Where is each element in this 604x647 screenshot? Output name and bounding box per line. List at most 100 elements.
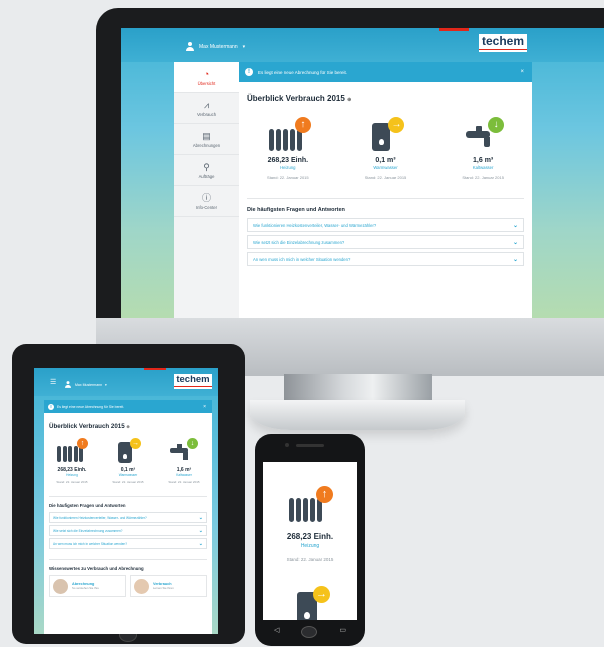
- tablet-screen: ☰ Max Mustermann ▾ techem ! Es liegt ein…: [34, 368, 218, 634]
- sidebar-item-label: Aufträge: [198, 173, 215, 179]
- trend-down-icon: ↓: [187, 438, 198, 449]
- card-date: Stand: 22. Januar 2015: [56, 480, 88, 484]
- sidebar-item-label: Verbrauch: [196, 111, 217, 117]
- phone-home-button[interactable]: [301, 626, 318, 638]
- faq-list: Wie funktionieren Heizkostenverteiler, W…: [247, 218, 524, 266]
- close-icon[interactable]: ×: [203, 404, 206, 410]
- close-icon[interactable]: ×: [520, 69, 524, 75]
- monitor-stand-base: [250, 400, 465, 430]
- logo-text: techem: [481, 34, 525, 48]
- recent-apps-icon[interactable]: ▭: [339, 626, 346, 638]
- sidebar: ◔ Übersicht ⩘ Verbrauch ▤ Abrechnungen ⚲…: [174, 62, 239, 318]
- notice-banner: ! Es liegt eine neue Abrechnung für Sie …: [44, 400, 212, 413]
- user-name: Max Mustermann: [199, 43, 238, 50]
- faucet-icon: ↓: [164, 436, 204, 464]
- card-heating[interactable]: ↑ 268,23 Einh. Heizung Stand: 22. Januar…: [263, 484, 357, 562]
- person-photo: [134, 578, 149, 594]
- faq-question: Wie funktionieren Heizkostenverteiler, W…: [53, 515, 147, 520]
- radiator-icon: ↑: [263, 115, 313, 153]
- faq-item[interactable]: An wen muss ich mich in welcher Situatio…: [49, 538, 207, 549]
- logo-text: techem: [176, 374, 210, 385]
- radiator-icon: ↑: [285, 484, 335, 524]
- page-title: Überblick Verbrauch 2015 ⊕: [49, 423, 212, 430]
- boiler-icon: →: [108, 436, 148, 464]
- info-icon: !: [48, 403, 54, 410]
- card-label: Kaltwasser: [176, 473, 192, 477]
- boiler-icon: →: [285, 584, 335, 620]
- knowledge-title: Wissenswertes zu Verbrauch und Abrechnun…: [49, 566, 144, 571]
- knowledge-cards: Abrechnung So verstehen Sie Ihre Verbrau…: [49, 575, 207, 597]
- faq-question: An wen muss ich mich in welcher Situatio…: [253, 256, 351, 262]
- card-cold-water[interactable]: ↓ 1,6 m³ Kaltwasser Stand: 22. Januar 20…: [158, 436, 210, 484]
- sidebar-item-orders[interactable]: ⚲ Aufträge: [174, 155, 239, 186]
- trend-up-icon: ↑: [316, 486, 333, 503]
- divider: [49, 496, 207, 497]
- faq-item[interactable]: Wie funktionieren Heizkostenverteiler, W…: [247, 218, 524, 232]
- notice-text: Es liegt eine neue Abrechnung für Sie be…: [258, 69, 348, 75]
- chevron-down-icon: ▾: [242, 43, 246, 50]
- card-date: Stand: 22. Januar 2015: [112, 480, 144, 484]
- trend-right-icon: →: [130, 438, 141, 449]
- faq-question: An wen muss ich mich in welcher Situatio…: [53, 541, 128, 546]
- info-icon: ⓘ: [201, 192, 211, 203]
- sidebar-item-consumption[interactable]: ⩘ Verbrauch: [174, 93, 239, 124]
- divider: [49, 559, 207, 560]
- back-icon[interactable]: ◁: [274, 626, 279, 638]
- faq-title: Die häufigsten Fragen und Antworten: [247, 207, 345, 213]
- consumption-cards: ↑ 268,23 Einh. Heizung Stand: 22. Januar…: [44, 436, 212, 484]
- phone-nav-bar: ◁ ▭: [263, 626, 357, 638]
- card-hot-water[interactable]: → 0,1 m³ Warmwasser Stand: 22. Januar 20…: [102, 436, 154, 484]
- boiler-icon: →: [360, 115, 410, 153]
- techem-logo[interactable]: techem: [479, 34, 527, 52]
- sidebar-item-label: Übersicht: [197, 80, 216, 86]
- page-title-text: Überblick Verbrauch 2015: [247, 94, 345, 103]
- chevron-down-icon: ⌄: [512, 222, 518, 229]
- sidebar-item-info-center[interactable]: ⓘ Info-Center: [174, 186, 239, 217]
- card-label: Heizung: [300, 543, 320, 549]
- chevron-down-icon: ⌄: [198, 514, 203, 521]
- knowledge-card-billing[interactable]: Abrechnung So verstehen Sie Ihre: [49, 575, 126, 597]
- desktop-screen: Max Mustermann ▾ techem ◔ Übersicht ⩘ Ve…: [121, 28, 604, 318]
- card-cold-water[interactable]: ↓ 1,6 m³ Kaltwasser Stand: 22. Januar 20…: [438, 115, 528, 180]
- sidebar-item-billing[interactable]: ▤ Abrechnungen: [174, 124, 239, 155]
- faucet-icon: ↓: [458, 115, 508, 153]
- card-label: Kaltwasser: [472, 165, 494, 170]
- faq-question: Wie setzt sich die Einzelabrechnung zusa…: [53, 528, 123, 533]
- document-icon: ▤: [202, 130, 211, 141]
- trend-up-icon: ↑: [77, 438, 88, 449]
- card-heating[interactable]: ↑ 268,23 Einh. Heizung Stand: 22. Januar…: [46, 436, 98, 484]
- faq-item[interactable]: Wie setzt sich die Einzelabrechnung zusa…: [49, 525, 207, 536]
- chevron-down-icon: ⌄: [512, 239, 518, 246]
- help-icon[interactable]: ⊕: [347, 97, 351, 103]
- card-label: Warmwasser: [373, 165, 398, 170]
- accent-stripe: [144, 368, 166, 370]
- tablet-top-bar: ☰ Max Mustermann ▾ techem: [34, 368, 218, 396]
- user-menu[interactable]: Max Mustermann ▾: [186, 42, 245, 51]
- accent-stripe: [439, 28, 469, 31]
- faq-title: Die häufigsten Fragen und Antworten: [49, 503, 126, 508]
- card-heating[interactable]: ↑ 268,23 Einh. Heizung Stand: 22. Januar…: [243, 115, 333, 180]
- page-title-text: Überblick Verbrauch 2015: [49, 423, 125, 430]
- card-hot-water[interactable]: → 0,1 m³ Warmwasser Stand: 22. Januar 20…: [340, 115, 430, 180]
- techem-logo[interactable]: techem: [174, 374, 212, 389]
- sidebar-item-overview[interactable]: ◔ Übersicht: [174, 62, 239, 93]
- knowledge-card-subtitle: Lernen Sie Ihren: [153, 586, 174, 590]
- user-menu[interactable]: Max Mustermann ▾: [64, 380, 107, 389]
- info-icon: !: [245, 68, 253, 76]
- card-label: Heizung: [66, 473, 78, 477]
- tablet-content: ! Es liegt eine neue Abrechnung für Sie …: [44, 400, 212, 634]
- knowledge-card-consumption[interactable]: Verbrauch Lernen Sie Ihren: [130, 575, 207, 597]
- phone-camera: [285, 443, 289, 447]
- hamburger-icon[interactable]: ☰: [50, 378, 56, 386]
- faq-item[interactable]: Wie setzt sich die Einzelabrechnung zusa…: [247, 235, 524, 249]
- help-icon[interactable]: ⊕: [126, 424, 129, 429]
- trend-down-icon: ↓: [488, 117, 505, 133]
- card-date: Stand: 22. Januar 2015: [168, 480, 200, 484]
- sidebar-item-label: Abrechnungen: [192, 142, 221, 148]
- chevron-down-icon: ⌄: [512, 256, 518, 263]
- faq-item[interactable]: An wen muss ich mich in welcher Situatio…: [247, 252, 524, 266]
- faq-item[interactable]: Wie funktionieren Heizkostenverteiler, W…: [49, 512, 207, 523]
- chevron-down-icon: ⌄: [198, 527, 203, 534]
- divider: [247, 198, 524, 199]
- logo-underline: [174, 385, 212, 387]
